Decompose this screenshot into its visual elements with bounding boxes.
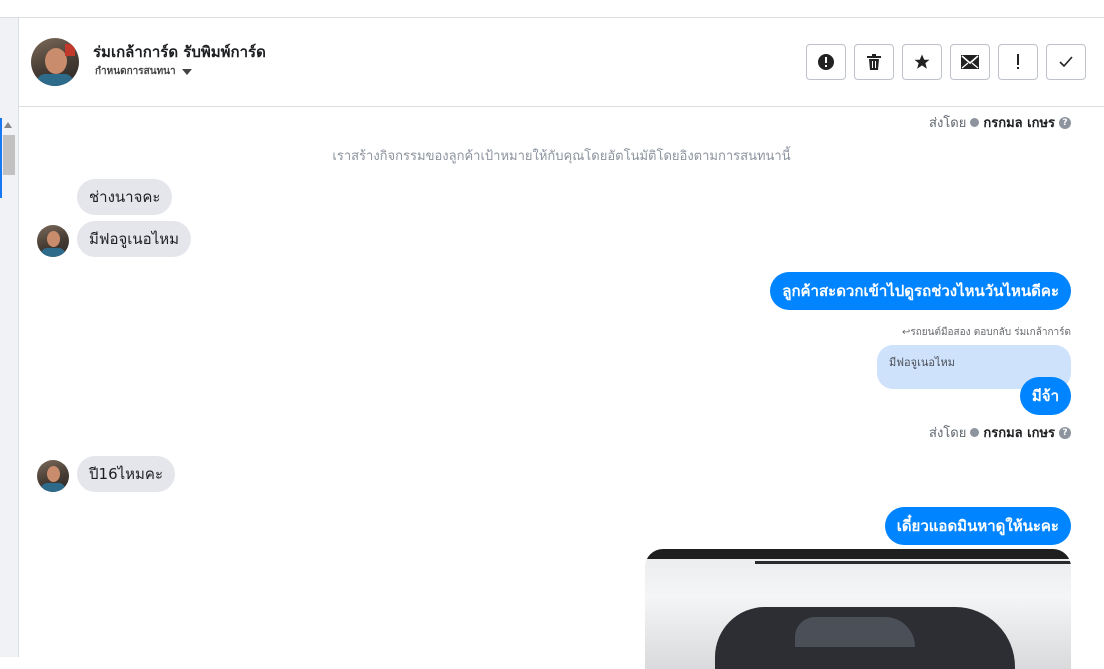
help-icon[interactable]: ? [1059,116,1071,129]
sender-avatar[interactable] [37,460,69,492]
sent-by-line: ส่งโดย กรกมล เกษร ? [929,112,1071,133]
sent-by-label: ส่งโดย [929,426,967,441]
incoming-message[interactable]: ช่างนาจคะ [77,179,173,215]
mark-done-button[interactable] [1046,44,1086,80]
incoming-message[interactable]: มีฟอจูเนอไหม [77,221,192,257]
caret-down-icon [181,68,192,75]
contact-name[interactable]: ร่มเกล้าการ์ด รับพิมพ์การ์ด [93,40,266,64]
sender-avatar[interactable] [37,225,69,257]
selection-indicator [0,118,2,198]
outgoing-message[interactable]: ลูกค้าสะดวกเข้าไปดูรถช่วงไหนวันไหนดีคะ [770,272,1071,310]
outgoing-message[interactable]: มีจ้า [1019,377,1071,415]
scrollbar[interactable] [0,118,17,657]
important-button[interactable] [998,44,1038,80]
check-icon [1059,56,1073,68]
car-photo-attachment[interactable] [645,549,1071,669]
message-thread[interactable]: ส่งโดย กรกมล เกษร ? เราสร้างกิจกรรมของลู… [19,107,1104,669]
report-icon [818,54,834,70]
incoming-message[interactable]: ปี16ไหมคะ [77,456,176,492]
conversation-header: ร่มเกล้าการ์ด รับพิมพ์การ์ด กำหนดการสนทน… [19,18,1104,107]
scroll-up-arrow-icon[interactable] [4,122,12,128]
reply-note: ↩รถยนต์มือสอง ตอบกลับ ร่มเกล้าการ์ด [901,327,1071,338]
toolbar [806,44,1086,80]
sent-by-name[interactable]: กรกมล เกษร [983,422,1055,443]
exclamation-icon [1017,54,1019,69]
scroll-thumb[interactable] [3,135,15,175]
conversation-settings-label: กำหนดการสนทนา [95,66,176,77]
star-button[interactable] [902,44,942,80]
top-strip [0,0,1104,18]
sent-by-line: ส่งโดย กรกมล เกษร ? [929,422,1071,443]
delete-button[interactable] [854,44,894,80]
agent-dot-icon [970,428,980,437]
agent-dot-icon [970,118,980,127]
sent-by-name[interactable]: กรกมล เกษร [983,112,1055,133]
sent-by-label: ส่งโดย [929,116,967,131]
report-button[interactable] [806,44,846,80]
conversation-settings-dropdown[interactable]: กำหนดการสนทนา [95,64,192,79]
quoted-text: มีฟอจูเนอไหม [889,356,956,369]
system-note: เราสร้างกิจกรรมของลูกค้าเป้าหมายให้กับคุ… [332,149,791,164]
mark-unread-button[interactable] [950,44,990,80]
help-icon[interactable]: ? [1059,426,1071,439]
trash-icon [867,54,881,70]
contact-avatar[interactable] [31,38,79,86]
outgoing-message[interactable]: เดี๋ยวแอดมินหาดูให้นะคะ [884,507,1071,545]
mail-icon [961,55,979,69]
star-icon [914,54,930,69]
